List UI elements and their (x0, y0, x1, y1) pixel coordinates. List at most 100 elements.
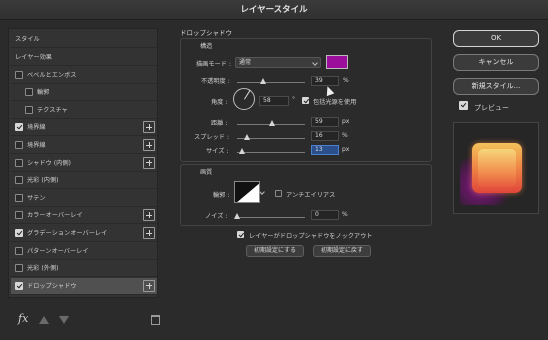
add-effect-plus-icon[interactable] (143, 156, 155, 169)
style-item-checkbox[interactable] (15, 123, 23, 132)
style-item[interactable]: ドロップシャドウ (11, 277, 157, 295)
style-item-checkbox[interactable] (15, 141, 23, 149)
angle-label: 角度 : (211, 99, 228, 106)
style-item-checkbox[interactable] (15, 70, 23, 79)
preview-checkbox[interactable] (459, 101, 468, 110)
knockout-label: レイヤーがドロップシャドウをノックアウト (249, 233, 373, 240)
preview-thumbnail (453, 122, 539, 214)
spread-thumb[interactable] (244, 134, 251, 140)
preview-square-inner (478, 149, 516, 187)
opacity-thumb[interactable] (260, 78, 267, 84)
style-item-label: 輪郭 (37, 89, 50, 97)
contour-label: 輪郭 : (213, 192, 230, 199)
antialias-checkbox[interactable] (275, 190, 282, 197)
style-item[interactable]: グラデーションオーバーレイ (11, 225, 157, 242)
size-thumb[interactable] (238, 148, 245, 154)
style-item-label: ベベルとエンボス (27, 71, 77, 79)
move-up-icon[interactable] (39, 316, 49, 324)
structure-title: 構造 (200, 43, 213, 50)
angle-unit: ° (292, 96, 295, 103)
style-item[interactable]: 境界線 (11, 119, 157, 137)
styles-list: スタイル レイヤー効果 ベベルとエンボス 輪郭 テクスチャ 境界線 境界線 シャドウ (内側… (8, 28, 158, 298)
quality-title: 画質 (200, 169, 213, 176)
opacity-label: 不透明度 : (201, 78, 230, 85)
trash-icon[interactable] (151, 315, 160, 325)
window-title: レイヤースタイル (0, 0, 548, 20)
new-style-button[interactable]: 新規スタイル... (453, 78, 539, 95)
add-effect-plus-icon[interactable] (143, 209, 155, 222)
style-item[interactable]: シャドウ (内側) (11, 155, 157, 172)
styles-header-label: スタイル (15, 36, 40, 43)
style-item[interactable]: 境界線 (11, 137, 157, 154)
noise-input[interactable]: 0 (311, 210, 339, 220)
style-item-label: レイヤー効果 (15, 54, 52, 61)
styles-header: スタイル (11, 31, 157, 48)
style-item-label: パターンオーバーレイ (27, 247, 89, 255)
style-item-label: 境界線 (27, 142, 46, 149)
style-item-checkbox[interactable] (25, 105, 33, 114)
shadow-color-swatch[interactable] (326, 55, 348, 69)
style-item-checkbox[interactable] (15, 281, 23, 290)
style-item-checkbox[interactable] (15, 158, 23, 167)
angle-dial-icon[interactable] (233, 88, 255, 110)
noise-label: ノイズ : (205, 213, 228, 220)
drop-shadow-title: ドロップシャドウ (180, 29, 232, 37)
add-effect-plus-icon[interactable] (143, 121, 155, 134)
distance-thumb[interactable] (268, 120, 275, 126)
style-item-checkbox[interactable] (15, 193, 23, 202)
style-item-label: グラデーションオーバーレイ (27, 230, 108, 237)
noise-slider[interactable] (233, 213, 305, 219)
add-effect-plus-icon[interactable] (143, 279, 155, 292)
style-item-label: サテン (27, 194, 46, 202)
style-item-label: ドロップシャドウ (27, 282, 77, 290)
blend-mode-label: 描画モード : (196, 61, 231, 68)
cancel-button[interactable]: キャンセル (453, 54, 539, 71)
spread-slider[interactable] (237, 134, 305, 140)
style-item-label: 境界線 (27, 124, 46, 132)
style-item[interactable]: テクスチャ (11, 102, 157, 119)
size-input[interactable]: 13 (311, 145, 339, 155)
style-item[interactable]: 光彩 (外側) (11, 260, 157, 278)
spread-input[interactable]: 16 (311, 131, 339, 141)
preview-label: プレビュー (474, 104, 509, 112)
distance-label: 距離 : (211, 120, 228, 127)
knockout-checkbox[interactable] (237, 231, 244, 238)
style-item-checkbox[interactable] (25, 88, 33, 97)
make-default-button[interactable]: 初期設定にする (246, 245, 304, 257)
opacity-input[interactable]: 39 (311, 76, 339, 86)
fx-icon[interactable]: fx (18, 312, 28, 325)
opacity-unit: % (343, 77, 349, 84)
style-item-checkbox[interactable] (15, 176, 23, 185)
contour-preview[interactable] (234, 181, 260, 203)
style-item[interactable]: 光彩 (内側) (11, 172, 157, 190)
style-item[interactable]: レイヤー効果 (11, 49, 157, 66)
style-item[interactable]: 輪郭 (11, 84, 157, 102)
reset-default-button[interactable]: 初期設定に戻す (313, 245, 371, 257)
styles-panel: スタイル レイヤー効果 ベベルとエンボス 輪郭 テクスチャ 境界線 境界線 シャドウ (内側… (8, 28, 160, 332)
move-down-icon[interactable] (59, 316, 69, 324)
ok-button[interactable]: OK (453, 30, 539, 47)
opacity-slider[interactable] (237, 78, 305, 84)
style-item[interactable]: カラーオーバーレイ (11, 207, 157, 225)
style-item[interactable]: サテン (11, 190, 157, 207)
style-item-checkbox[interactable] (15, 264, 23, 273)
blend-mode-select[interactable]: 通常 (235, 57, 321, 68)
style-item-checkbox[interactable] (15, 211, 23, 220)
distance-slider[interactable] (237, 120, 305, 126)
style-item-checkbox[interactable] (15, 229, 23, 237)
contour-dropdown-chevron-icon[interactable] (261, 187, 267, 198)
style-item-label: 光彩 (外側) (27, 265, 59, 273)
size-slider[interactable] (237, 148, 305, 154)
size-label: サイズ : (206, 148, 229, 155)
style-item[interactable]: パターンオーバーレイ (11, 243, 157, 260)
distance-input[interactable]: 59 (311, 117, 339, 127)
add-effect-plus-icon[interactable] (143, 227, 155, 239)
global-light-label: 包括光源を使用 (313, 99, 357, 106)
global-light-checkbox[interactable] (302, 97, 309, 104)
style-item[interactable]: ベベルとエンボス (11, 67, 157, 84)
angle-input[interactable]: 58 (259, 96, 289, 106)
add-effect-plus-icon[interactable] (143, 139, 155, 151)
style-item-label: シャドウ (内側) (27, 159, 71, 167)
style-item-checkbox[interactable] (15, 246, 23, 255)
noise-thumb[interactable] (233, 213, 240, 219)
